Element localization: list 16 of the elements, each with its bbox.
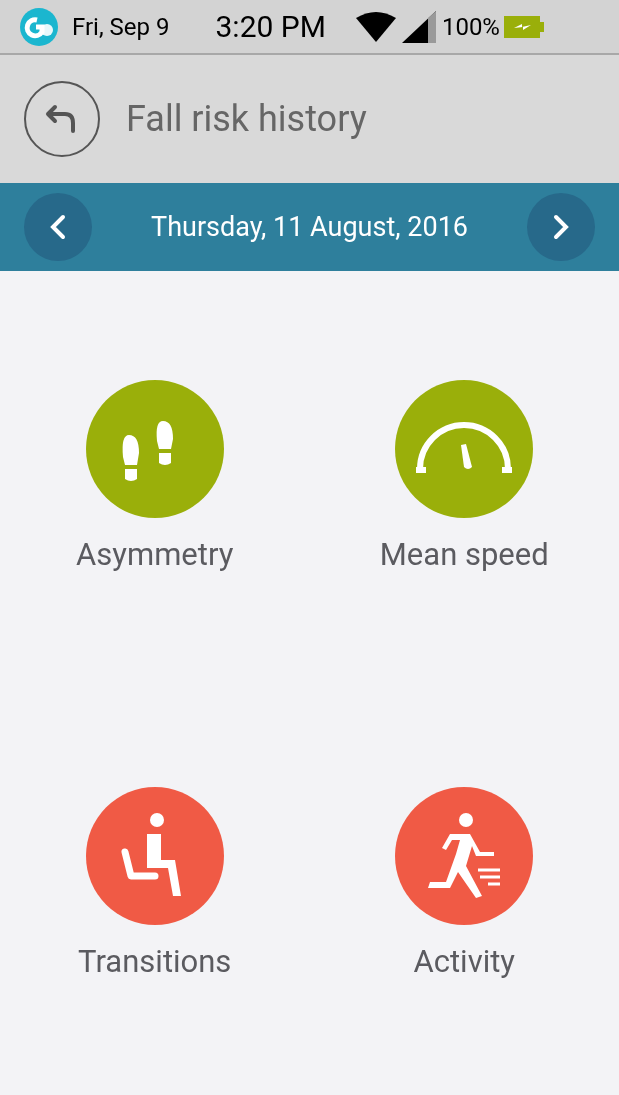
tile-label: Asymmetry [76,535,234,575]
app-logo-icon [20,7,58,46]
status-date: Fri, Sep 9 [72,11,170,43]
back-button[interactable] [24,81,100,157]
status-time: 3:20 PM [215,8,326,46]
wifi-icon [355,11,396,42]
chevron-right-icon [553,214,569,240]
tile-label: Transitions [78,941,232,982]
signal-icon [401,10,436,43]
page-title: Fall risk history [126,97,367,142]
tile-label: Activity [413,941,515,982]
battery-charging-icon [503,15,544,38]
battery-percent: 100% [441,11,500,43]
selected-date: Thursday, 11 August, 2016 [151,209,468,245]
tile-label: Mean speed [379,535,549,575]
chevron-left-icon [50,214,66,240]
